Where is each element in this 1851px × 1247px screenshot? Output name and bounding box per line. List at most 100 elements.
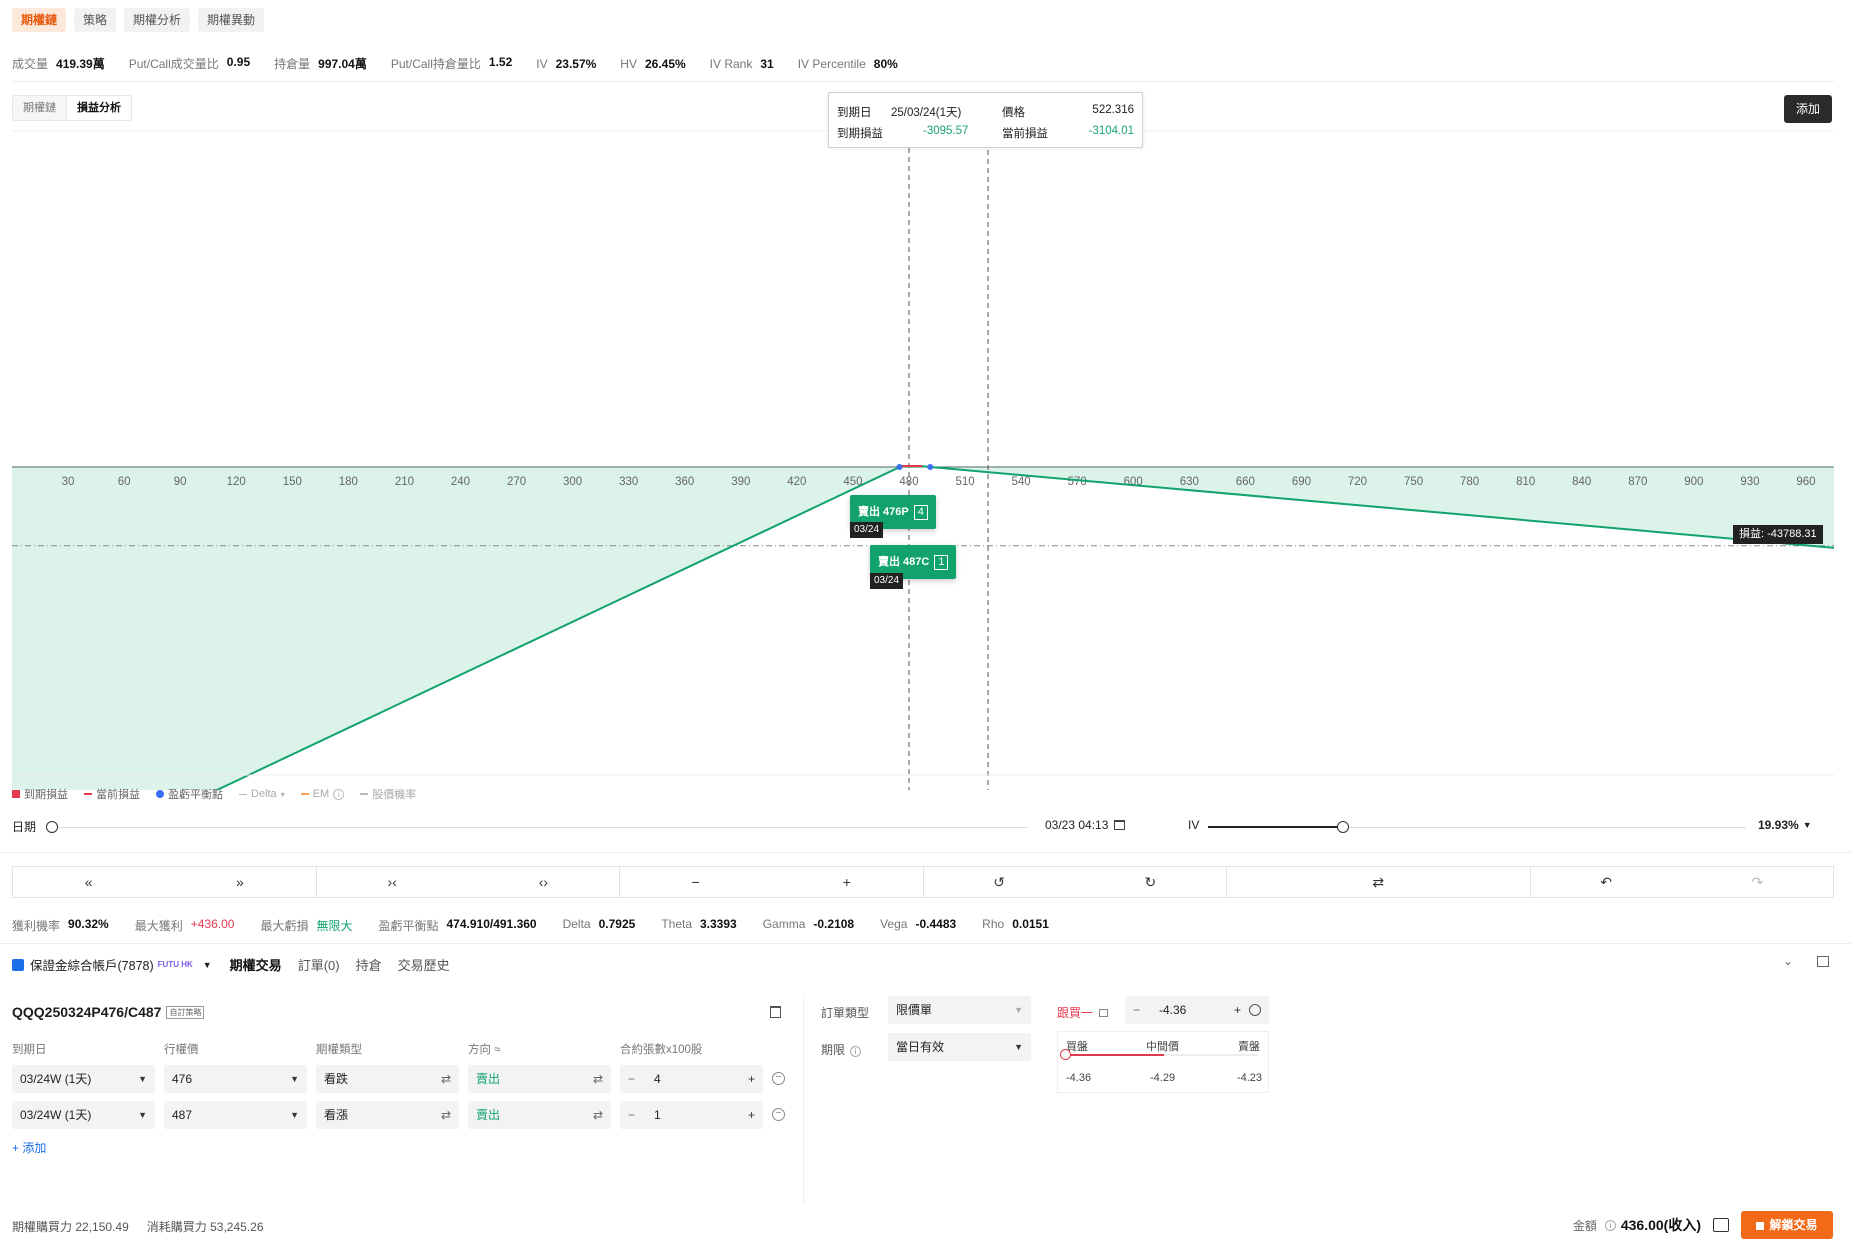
tab-trade-history[interactable]: 交易歷史 [398,955,450,974]
stats-bar: 成交量 419.39萬 Put/Call成交量比 0.95 持倉量 997.04萬 P… [12,55,922,72]
legend-swatch [239,793,247,795]
minus-icon[interactable]: − [1133,996,1140,1024]
tooltip-price-value: 522.316 [1092,104,1134,116]
plus-icon[interactable]: + [748,1101,755,1129]
qty-stepper[interactable]: −4 + [620,1065,763,1093]
iv-slider-label: IV [1188,818,1200,832]
remove-leg-icon[interactable]: − [772,1072,785,1085]
expiry-select[interactable]: 03/24W (1天) ▼ [12,1065,155,1093]
narrow-icon[interactable]: ›‹ [317,867,468,897]
info-icon[interactable]: i [333,788,345,800]
iv-slider-knob[interactable] [1336,821,1349,833]
account-selector[interactable]: 保證金綜合帳戶(7878) [30,955,154,974]
type-toggle[interactable]: 看漲 ⇄ [316,1101,459,1129]
divider [0,852,1851,853]
minus-icon[interactable]: − [628,1065,635,1093]
toolbar-group-shift: « » [13,867,317,897]
stat-pc-volume-ratio: Put/Call成交量比 0.95 [128,55,251,71]
strike-select[interactable]: 487 ▼ [164,1101,307,1129]
legend-current-pnl[interactable]: 當前損益 [84,786,140,802]
date-slider-value[interactable]: 03/23 04:13 [1045,818,1126,832]
pnl-chart[interactable]: 30 60 90 120 150 180 210 240 270 300 330 360 390 420 4… [0,130,1851,790]
widen-icon[interactable]: ‹› [468,867,619,897]
plus-icon[interactable]: + [1234,996,1241,1024]
order-type-select[interactable]: 限價單 ▼ [888,996,1031,1024]
metric-vega: Vega -0.4483 [880,917,957,931]
calendar-icon[interactable] [1114,820,1126,830]
history-forward-icon[interactable]: ↻ [1075,867,1226,897]
redo-icon[interactable]: ↷ [1682,867,1833,897]
tab-option-chain[interactable]: 期權鏈 [12,8,67,32]
x-tick-label: 270 [507,476,526,488]
x-tick-label: 420 [787,476,806,488]
remove-leg-icon[interactable]: − [772,1108,785,1121]
tab-option-activity[interactable]: 期權異動 [198,8,265,32]
stat-hv: HV 26.45% [620,56,686,71]
legend-swatch [360,793,369,795]
swap-icon[interactable]: ⇄ [441,1101,451,1129]
expiry-select[interactable]: 03/24W (1天) ▼ [12,1101,155,1129]
chevron-down-icon: ▼ [138,1110,147,1120]
x-tick-label: 30 [62,476,75,488]
unlock-trade-button[interactable]: 解鎖交易 [1741,1211,1833,1239]
swap-icon[interactable]: ⇄ [1227,867,1530,897]
follow-bid-toggle[interactable]: 跟買一 [1057,1004,1109,1021]
tab-positions[interactable]: 持倉 [356,955,382,974]
swap-icon[interactable]: ⇄ [441,1065,451,1093]
date-slider-knob[interactable] [46,821,58,833]
info-icon[interactable]: i [850,1046,862,1057]
view-toggle: 期權鏈 損益分析 [12,95,132,121]
trash-icon[interactable] [770,1006,781,1018]
legend-price-probability[interactable]: 股價機率 [360,786,416,802]
account-tabs: 期權交易 訂單(0) 持倉 交易歷史 [230,955,450,974]
legend-swatch [300,793,309,795]
tab-option-trade[interactable]: 期權交易 [230,955,282,974]
side-toggle[interactable]: 賣出 ⇄ [468,1101,611,1129]
add-leg-link[interactable]: + 添加 [12,1139,46,1156]
tab-orders[interactable]: 訂單(0) [298,955,340,974]
swap-icon[interactable]: ⇄ [593,1101,603,1129]
iv-value-dropdown[interactable]: 19.93% ▼ [1758,818,1812,832]
toggle-pnl-analysis[interactable]: 損益分析 [66,96,131,120]
swap-icon[interactable]: ⇄ [593,1065,603,1093]
x-tick-label: 300 [563,476,582,488]
ask-value: -4.23 [1236,1072,1262,1084]
history-back-icon[interactable]: ↺ [924,867,1075,897]
info-icon[interactable]: i [1604,1219,1616,1231]
collapse-icon[interactable]: ⌄ [1783,954,1793,968]
price-stepper[interactable]: − -4.36 + [1125,996,1269,1024]
toggle-option-chain[interactable]: 期權鏈 [13,96,66,120]
add-button[interactable]: 添加 [1784,95,1832,123]
tab-option-analysis[interactable]: 期權分析 [124,8,191,32]
shift-right-icon[interactable]: » [164,867,315,897]
tif-select[interactable]: 當日有效 ▼ [888,1033,1031,1061]
legend-breakeven[interactable]: 盈虧平衡點 [156,786,223,802]
legend-delta[interactable]: Delta ▾ [239,788,285,800]
shift-left-icon[interactable]: « [13,867,164,897]
unlock-icon[interactable] [1099,1009,1109,1017]
iv-slider-fill [1208,826,1343,828]
target-icon[interactable] [1249,1004,1261,1016]
plus-icon[interactable]: + [771,867,922,897]
x-tick-label: 750 [1404,476,1423,488]
legend-expiry-pnl[interactable]: 到期損益 [12,786,68,802]
price-slider-knob[interactable] [1060,1049,1071,1060]
popout-icon[interactable] [1817,956,1829,967]
legend-em[interactable]: EM i [300,788,345,800]
minus-icon[interactable]: − [620,867,771,897]
order-preview-icon[interactable] [1713,1218,1729,1232]
date-slider-track[interactable] [52,827,1028,828]
plus-icon[interactable]: + [748,1065,755,1093]
minus-icon[interactable]: − [628,1101,635,1129]
strike-select[interactable]: 476 ▼ [164,1065,307,1093]
type-toggle[interactable]: 看跌 ⇄ [316,1065,459,1093]
account-bar: 保證金綜合帳戶(7878) FUTU HK ▼ 期權交易 訂單(0) 持倉 交易… [12,955,450,974]
toolbar-group-undo: ↶ ↷ [1531,867,1834,897]
side-toggle[interactable]: 賣出 ⇄ [468,1065,611,1093]
tab-strategy[interactable]: 策略 [74,8,117,32]
x-tick-label: 960 [1796,476,1815,488]
qty-stepper[interactable]: −1 + [620,1101,763,1129]
undo-icon[interactable]: ↶ [1531,867,1682,897]
metric-theta: Theta 3.3393 [661,917,737,931]
chevron-down-icon[interactable]: ▼ [203,960,212,970]
